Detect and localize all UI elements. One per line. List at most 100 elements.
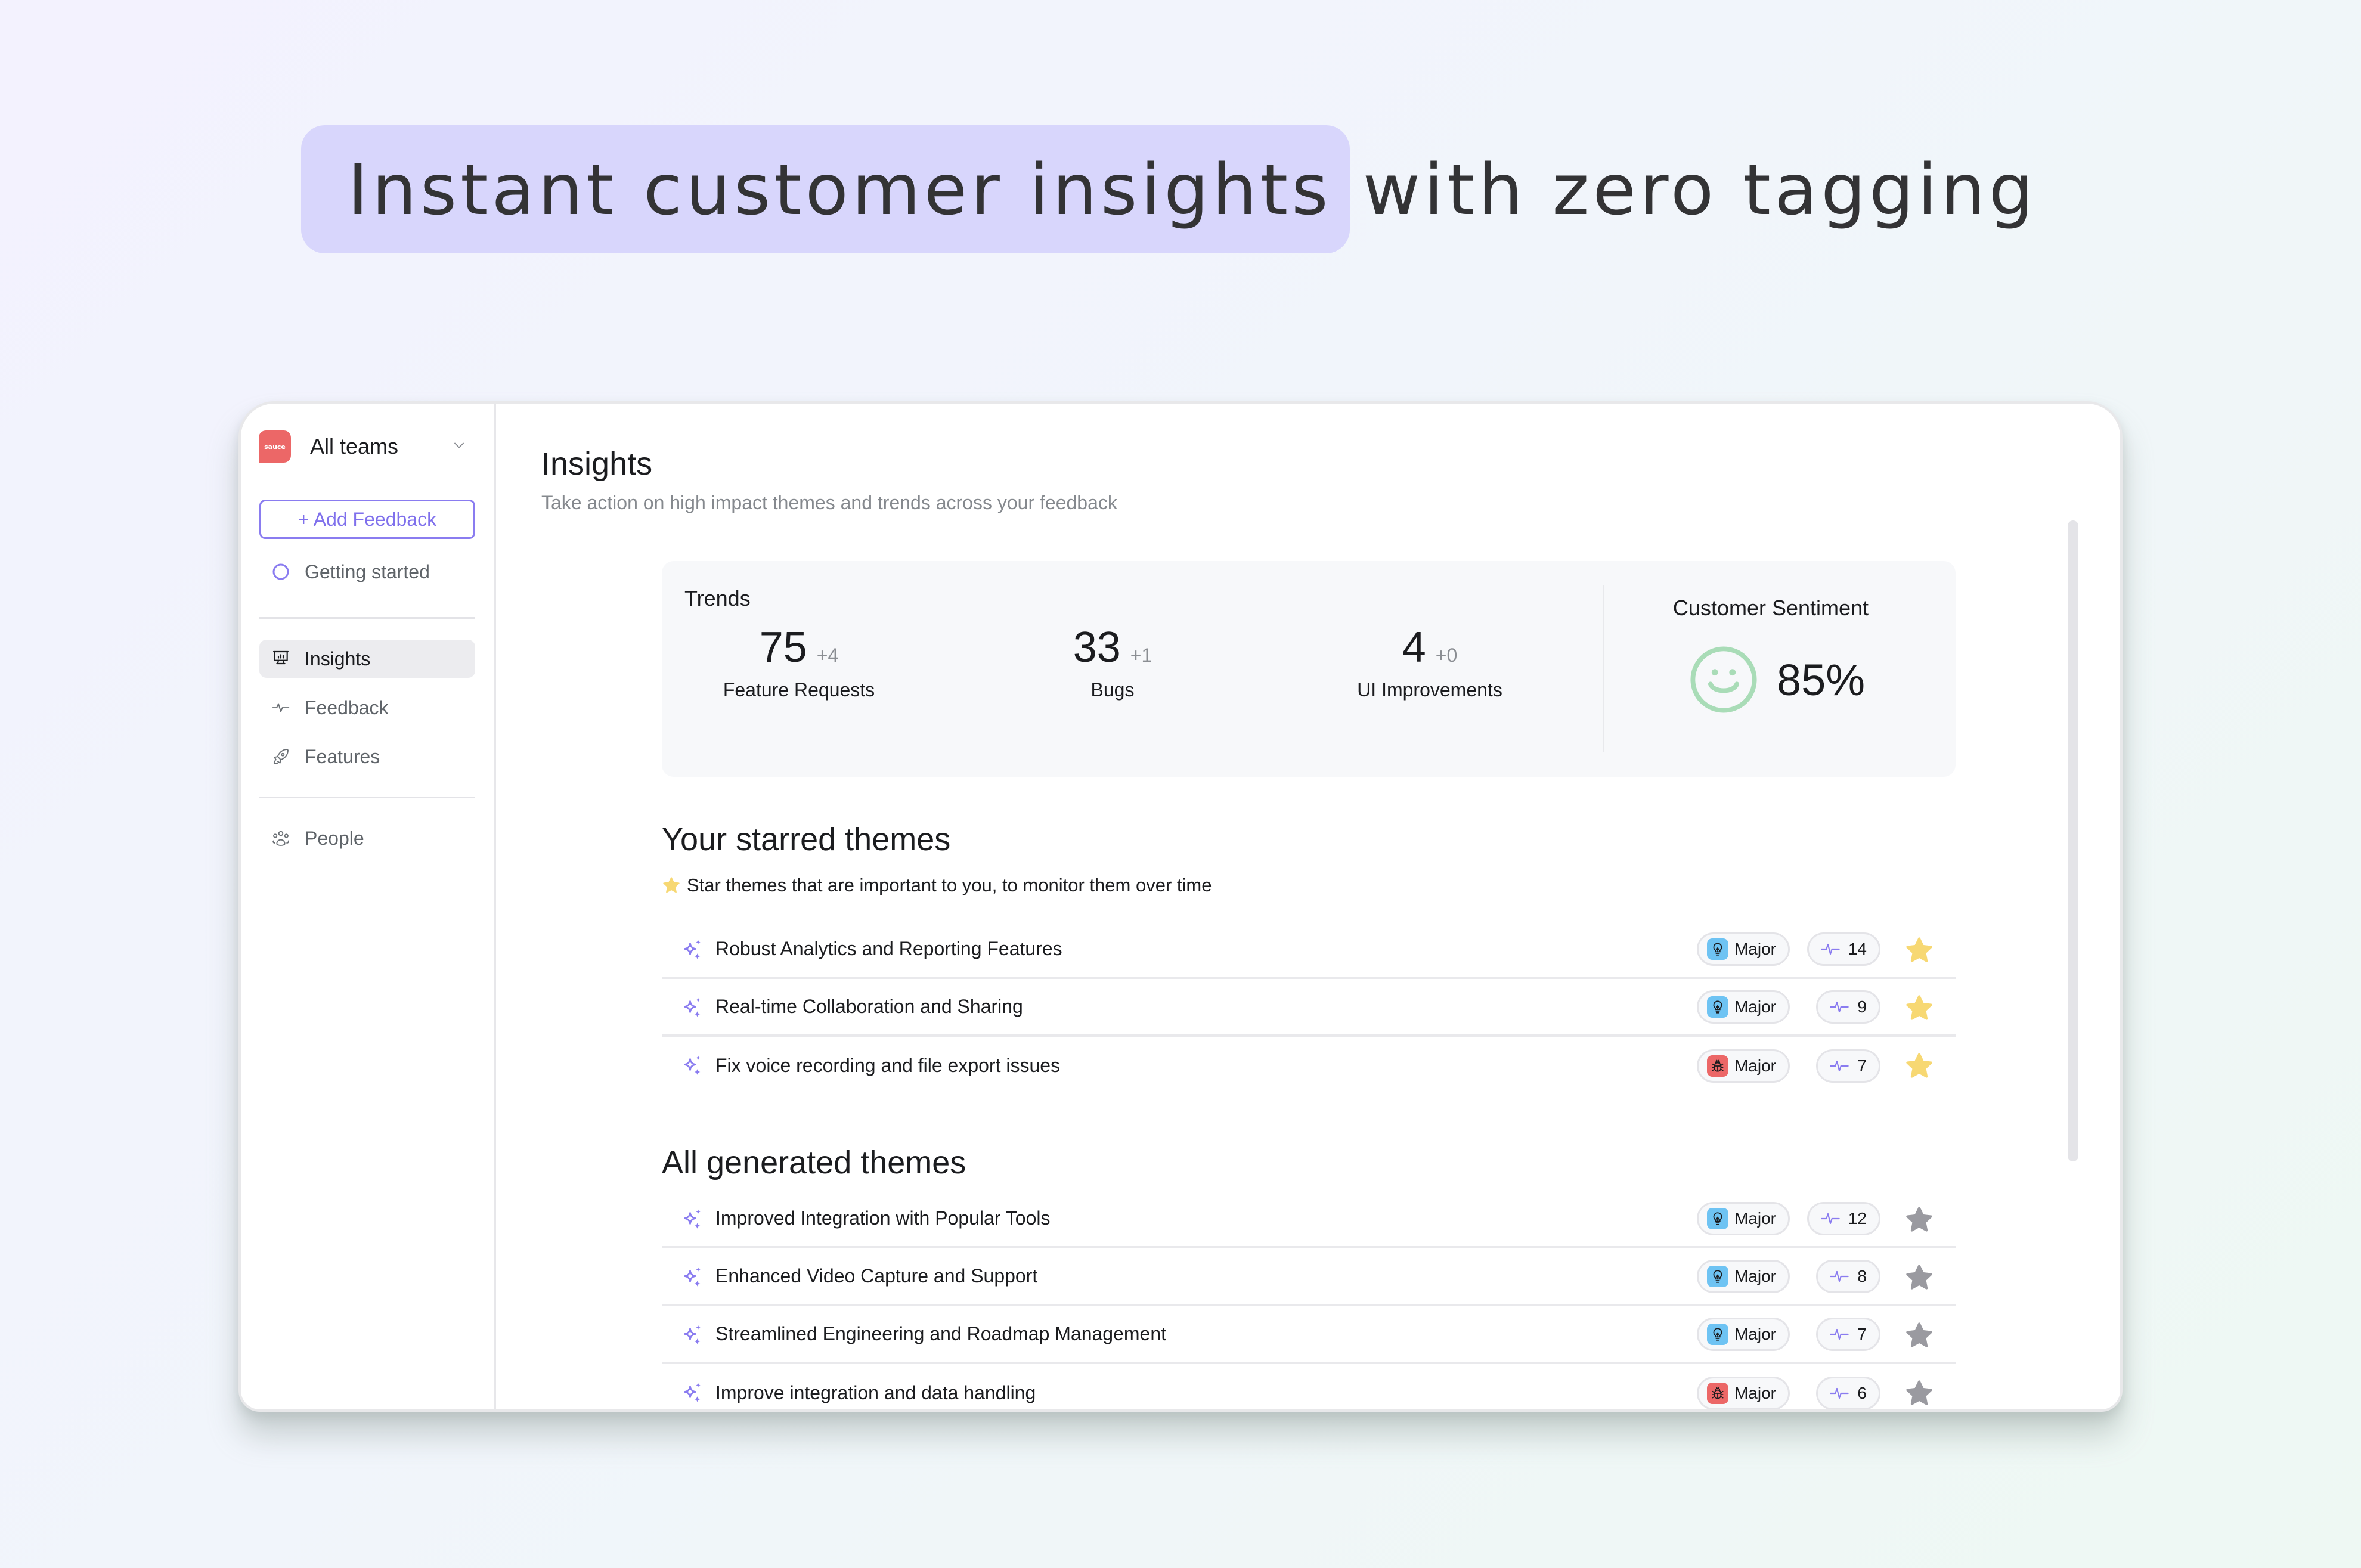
star-icon[interactable] (1904, 1263, 1934, 1293)
star-filled-icon[interactable] (1904, 935, 1934, 965)
team-switcher[interactable]: sauce All teams (259, 430, 473, 463)
severity-badge[interactable]: Major (1696, 1376, 1790, 1409)
smiley-icon (1690, 646, 1757, 713)
sidebar-item-label: Insights (305, 647, 371, 670)
sidebar-item-label: People (305, 827, 364, 849)
circle-icon (271, 562, 290, 581)
severity-label: Major (1734, 1383, 1776, 1402)
sidebar-divider (259, 797, 475, 798)
trends-card: Trends 75 +4 Feature Requests 33 +1 Bugs 4… (662, 561, 1956, 777)
severity-badge[interactable]: Major (1696, 932, 1790, 966)
people-icon (271, 829, 290, 848)
theme-row[interactable]: Robust Analytics and Reporting Features … (662, 921, 1956, 979)
theme-row[interactable]: Enhanced Video Capture and Support Major… (662, 1248, 1956, 1306)
sidebar-item-features[interactable]: Features (259, 737, 475, 776)
metric-delta: +1 (1130, 644, 1152, 666)
trends-label: Trends (684, 586, 751, 611)
count-badge[interactable]: 6 (1816, 1376, 1880, 1409)
sidebar-item-feedback[interactable]: Feedback (259, 689, 475, 727)
hero-headline: Instant customer insights with zero tagg… (301, 125, 2037, 253)
theme-row[interactable]: Improved Integration with Popular Tools … (662, 1191, 1956, 1248)
metric-feature-requests[interactable]: 75 +4 Feature Requests (680, 623, 918, 701)
team-logo: sauce (259, 430, 291, 463)
star-icon[interactable] (1904, 1378, 1934, 1408)
metric-bugs[interactable]: 33 +1 Bugs (993, 623, 1232, 701)
sidebar-item-label: Feedback (305, 696, 389, 718)
pulse-icon (1830, 1060, 1849, 1071)
sidebar-item-people[interactable]: People (259, 819, 475, 857)
metric-caption: UI Improvements (1357, 679, 1502, 701)
page-subtitle: Take action on high impact themes and tr… (541, 492, 1117, 513)
pulse-icon (1830, 1270, 1849, 1282)
star-icon[interactable] (1904, 1205, 1934, 1235)
trends-divider (1603, 585, 1604, 752)
sparkles-icon (684, 1325, 701, 1344)
theme-row[interactable]: Streamlined Engineering and Roadmap Mana… (662, 1306, 1956, 1364)
count-badge[interactable]: 14 (1807, 932, 1880, 966)
count-badge[interactable]: 7 (1816, 1049, 1880, 1083)
count-value: 12 (1848, 1208, 1867, 1228)
team-name: All teams (310, 434, 399, 458)
sidebar-divider (259, 617, 475, 619)
severity-label: Major (1734, 1056, 1776, 1075)
star-filled-icon[interactable] (1904, 1051, 1934, 1081)
lightbulb-icon (1706, 1265, 1728, 1287)
count-badge[interactable]: 9 (1816, 990, 1880, 1024)
sentiment-title: Customer Sentiment (1672, 596, 1869, 620)
chevron-down-icon (454, 442, 464, 448)
pulse-icon (1821, 943, 1840, 955)
severity-label: Major (1734, 1208, 1776, 1228)
metric-ui-improvements[interactable]: 4 +0 UI Improvements (1310, 623, 1549, 701)
theme-row[interactable]: Improve integration and data handling Ma… (662, 1364, 1956, 1409)
metric-value: 4 (1402, 624, 1426, 671)
sidebar-item-insights[interactable]: Insights (259, 640, 475, 678)
starred-themes-note: Star themes that are important to you, t… (662, 875, 1212, 896)
severity-badge[interactable]: Major (1696, 1049, 1790, 1083)
theme-name: Streamlined Engineering and Roadmap Mana… (715, 1323, 1167, 1344)
star-icon[interactable] (1904, 1321, 1934, 1350)
hero-highlight: Instant customer insights (301, 125, 1350, 253)
add-feedback-button[interactable]: + Add Feedback (259, 500, 475, 539)
sidebar-item-getting-started[interactable]: Getting started (259, 553, 475, 591)
sparkles-icon (684, 1267, 701, 1287)
pulse-icon (1830, 1328, 1849, 1340)
severity-label: Major (1734, 1266, 1776, 1285)
generated-theme-list: Improved Integration with Popular Tools … (662, 1191, 1956, 1409)
count-badge[interactable]: 8 (1816, 1259, 1880, 1293)
generated-themes-title: All generated themes (662, 1145, 966, 1180)
star-filled-icon[interactable] (1904, 993, 1934, 1023)
severity-badge[interactable]: Major (1696, 1201, 1790, 1235)
theme-row[interactable]: Real-time Collaboration and Sharing Majo… (662, 979, 1956, 1037)
sparkles-icon (684, 1055, 701, 1075)
count-value: 6 (1857, 1383, 1867, 1402)
severity-badge[interactable]: Major (1696, 1317, 1790, 1351)
theme-name: Improve integration and data handling (715, 1382, 1036, 1403)
pulse-icon (1821, 1213, 1840, 1224)
bug-icon (1706, 1382, 1728, 1404)
count-badge[interactable]: 7 (1816, 1317, 1880, 1351)
count-badge[interactable]: 12 (1807, 1201, 1880, 1235)
scrollbar[interactable] (2068, 520, 2078, 1161)
metric-delta: +0 (1435, 644, 1458, 666)
severity-badge[interactable]: Major (1696, 990, 1790, 1024)
theme-row[interactable]: Fix voice recording and file export issu… (662, 1037, 1956, 1095)
theme-name: Enhanced Video Capture and Support (715, 1265, 1038, 1287)
bug-icon (1706, 1055, 1728, 1077)
count-value: 7 (1857, 1324, 1867, 1343)
starred-theme-list: Robust Analytics and Reporting Features … (662, 921, 1956, 1095)
sidebar-item-label: Getting started (305, 560, 430, 582)
theme-name: Real-time Collaboration and Sharing (715, 996, 1023, 1017)
main-content: Insights Take action on high impact them… (496, 404, 2120, 1409)
rocket-icon (271, 747, 290, 766)
sidebar-item-label: Features (305, 745, 380, 767)
theme-name: Fix voice recording and file export issu… (715, 1055, 1061, 1076)
sparkles-icon (684, 1209, 701, 1229)
theme-name: Robust Analytics and Reporting Features (715, 938, 1062, 959)
presentation-chart-icon (271, 649, 290, 668)
severity-badge[interactable]: Major (1696, 1259, 1790, 1293)
pulse-icon (1830, 1387, 1849, 1399)
lightbulb-icon (1706, 938, 1728, 960)
count-value: 14 (1848, 939, 1867, 958)
count-value: 8 (1857, 1266, 1867, 1285)
lightbulb-icon (1706, 996, 1728, 1018)
